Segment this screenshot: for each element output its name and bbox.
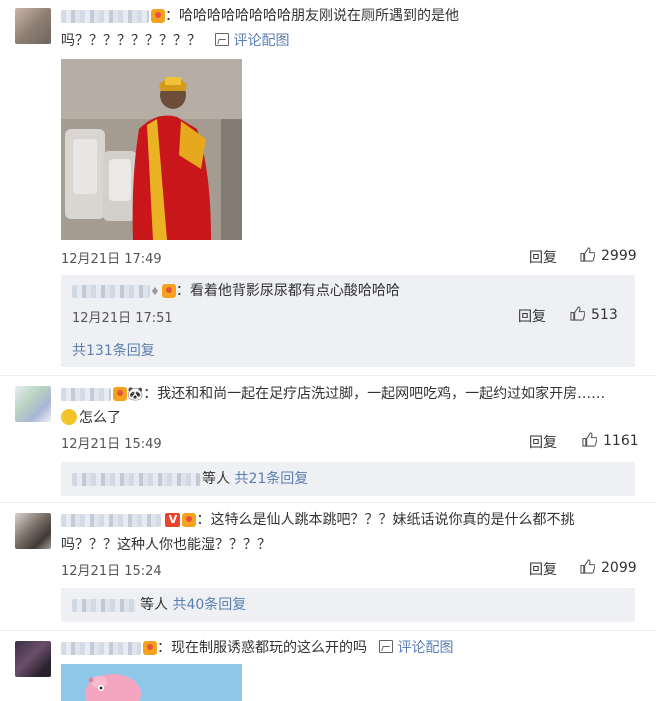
divider [0,502,656,503]
thumb-up-icon [570,306,585,321]
comment-text: V ：这特么是仙人跳本跳吧？？？妹纸话说你真的是什么都不挑 [61,510,574,530]
username-blurred[interactable] [72,472,200,486]
more-replies: 等人 共40条回复 [72,595,246,615]
member-badge-icon [143,641,157,655]
like-button[interactable]: 2999 [580,247,637,264]
username-blurred[interactable] [61,641,141,655]
sub-reply-time: 12月21日 17:51 [72,311,173,326]
comment-text: ：现在制服诱惑都玩的这么开的吗 评论配图 [61,638,453,658]
member-badge-icon [161,284,176,298]
sub-reply-box: 等人 共21条回复 [61,462,635,496]
avatar[interactable] [15,641,51,677]
member-badge-icon [182,513,197,527]
username-blurred[interactable] [72,284,150,298]
comment-time: 12月21日 15:24 [61,564,162,579]
reply-button[interactable]: 回复 [529,559,557,579]
reply-button[interactable]: 回复 [529,432,557,452]
more-replies-link[interactable]: 共131条回复 [72,341,155,361]
reply-button[interactable]: 回复 [529,247,557,267]
comment-text-cont: 吗？？？？？？？？？ 评论配图 [61,33,290,49]
picture-icon [215,33,230,46]
member-badge-icon [113,387,127,401]
picture-icon [379,640,394,653]
like-button[interactable]: 2099 [580,559,637,576]
comment-photo[interactable] [61,664,242,701]
username-blurred[interactable] [61,387,111,401]
vip-badge-icon: V [165,513,181,527]
username-blurred[interactable] [61,513,161,527]
divider [0,630,656,631]
comment-text-cont: 怎么了 [61,408,121,428]
more-replies-link[interactable]: 共21条回复 [234,471,308,487]
comment-picture-link[interactable]: 评论配图 [379,640,453,656]
avatar[interactable] [15,8,51,44]
more-replies: 等人 共21条回复 [72,469,308,489]
sub-reply-box: 等人 共40条回复 [61,588,635,622]
sub-reply-text: ♦ ：看着他背影尿尿都有点心酸哈哈哈 [72,281,400,302]
member-badge-icon [151,9,165,23]
like-button[interactable]: 1161 [582,432,639,449]
thumb-up-icon [582,432,597,447]
comment-picture-link[interactable]: 评论配图 [215,33,289,49]
avatar[interactable] [15,513,51,549]
username-blurred[interactable] [61,9,149,23]
more-replies-link[interactable]: 共40条回复 [172,597,246,613]
divider [0,375,656,376]
comment-photo[interactable] [61,59,242,240]
comment-time: 12月21日 17:49 [61,252,162,267]
comment-text: 🐼：我还和和尚一起在足疗店洗过脚，一起网吧吃鸡，一起约过如家开房…… [61,384,605,405]
avatar[interactable] [15,386,51,422]
thumb-up-icon [580,247,595,262]
comment-text: ：哈哈哈哈哈哈哈哈朋友刚说在厕所遇到的是他 [61,6,459,26]
username-blurred[interactable] [72,598,136,612]
sub-reply-box: ♦ ：看着他背影尿尿都有点心酸哈哈哈 12月21日 17:51 回复 513 共1… [61,275,635,367]
comment-time: 12月21日 15:49 [61,437,162,452]
sub-reply-button[interactable]: 回复 [518,306,546,326]
emoji-icon [61,409,77,425]
thumb-up-icon [580,559,595,574]
comment-text-cont: 吗？？？这种人你也能湿？？？？ [61,537,271,553]
sub-like-button[interactable]: 513 [570,306,618,323]
